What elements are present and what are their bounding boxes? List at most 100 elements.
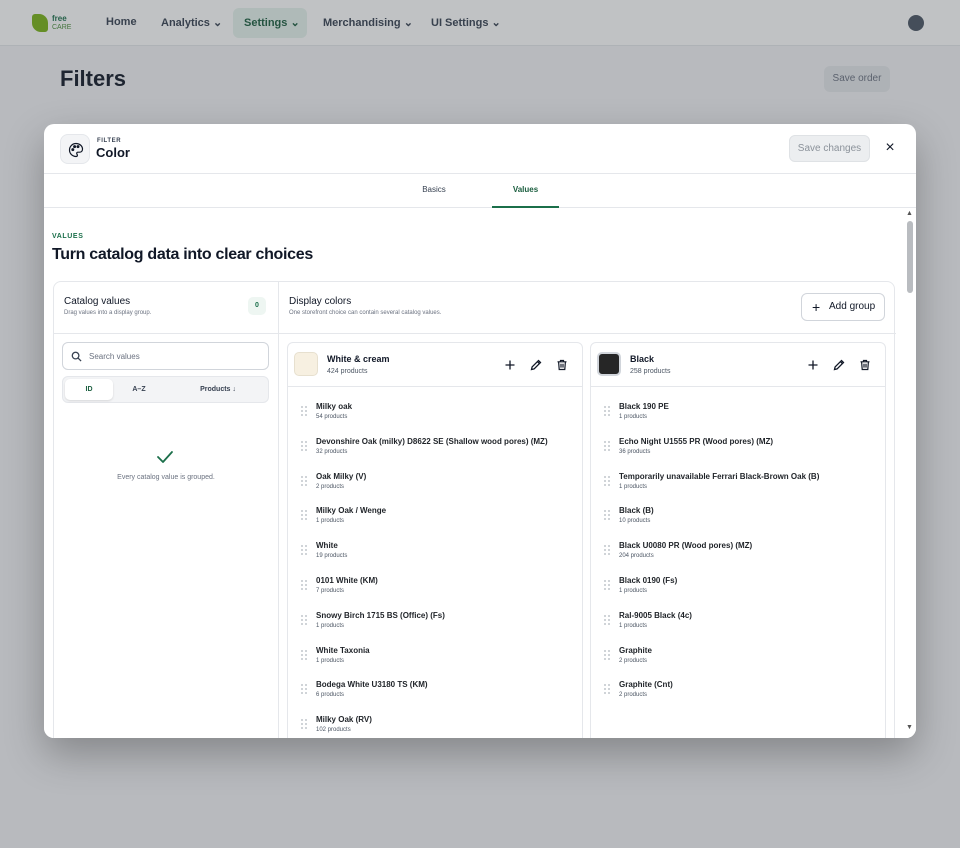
trash-icon[interactable] [555, 358, 569, 372]
values-eyebrow: VALUES [52, 233, 84, 240]
list-item[interactable]: Ral-9005 Black (4c) 1 products [591, 606, 885, 640]
list-item[interactable]: Temporarily unavailable Ferrari Black-Br… [591, 467, 885, 501]
item-name: Snowy Birch 1715 BS (Office) (Fs) [316, 610, 445, 620]
drag-handle-icon[interactable] [604, 545, 610, 556]
drag-handle-icon[interactable] [604, 475, 610, 486]
add-group-label: Add group [829, 301, 876, 312]
group-header: White & cream 424 products [288, 343, 582, 387]
item-name: Graphite (Cnt) [619, 680, 673, 690]
drag-handle-icon[interactable] [604, 614, 610, 625]
list-item[interactable]: Black 190 PE 1 products [591, 397, 885, 431]
drag-handle-icon[interactable] [301, 510, 307, 521]
modal-eyebrow: FILTER [97, 138, 122, 144]
item-count: 1 products [619, 588, 648, 594]
search-icon [71, 351, 82, 362]
list-item[interactable]: Black (B) 10 products [591, 501, 885, 535]
list-item[interactable]: Echo Night U1555 PR (Wood pores) (MZ) 36 … [591, 432, 885, 466]
item-count: 2 products [619, 692, 648, 699]
search-input[interactable] [89, 347, 259, 365]
scroll-up-arrow-icon[interactable]: ▲ [906, 210, 913, 217]
item-count: 102 products [316, 727, 351, 734]
empty-state-message: Every catalog value is grouped. [117, 474, 215, 481]
pencil-icon[interactable] [529, 358, 543, 372]
list-item[interactable]: Milky Oak / Wenge 1 products [288, 501, 582, 535]
list-item[interactable]: Bodega White U3180 TS (KM) 6 products [288, 675, 582, 709]
list-item[interactable]: Snowy Birch 1715 BS (Office) (Fs) 1 produ… [288, 606, 582, 640]
item-count: 32 products [316, 448, 348, 455]
plus-icon[interactable] [503, 358, 517, 372]
color-swatch[interactable] [597, 352, 621, 376]
filter-modal: FILTER Color Save changes × Basics Value… [44, 124, 916, 738]
drag-handle-icon[interactable] [604, 649, 610, 660]
palette-icon [60, 134, 90, 164]
item-count: 1 products [316, 518, 345, 525]
item-count: 6 products [316, 692, 345, 699]
item-name: Black 190 PE [619, 402, 669, 411]
item-name: Echo Night U1555 PR (Wood pores) (MZ) [619, 436, 774, 446]
list-item[interactable]: Graphite (Cnt) 2 products [591, 675, 885, 709]
sort-by-id[interactable]: ID [65, 379, 113, 400]
item-count: 19 products [316, 553, 348, 560]
plus-icon: + [812, 299, 821, 315]
item-count: 1 products [316, 657, 345, 664]
group-count: 424 products [327, 368, 368, 375]
sort-alphabetical[interactable]: A–Z [115, 379, 163, 400]
drag-handle-icon[interactable] [604, 684, 610, 695]
drag-handle-icon[interactable] [604, 510, 610, 521]
drag-handle-icon[interactable] [301, 580, 307, 590]
sort-by-products[interactable]: Products ↓ [173, 379, 263, 400]
list-item[interactable]: 0101 White (KM) 7 products [288, 571, 582, 605]
color-group-white-cream: White & cream 424 products Milky oak 54 p… [287, 342, 583, 738]
scroll-down-arrow-icon[interactable]: ▼ [906, 724, 913, 731]
values-heading: Turn catalog data into clear choices [52, 246, 313, 263]
list-item[interactable]: Black 0190 (Fs) 1 products [591, 571, 885, 605]
search-field[interactable] [62, 342, 269, 370]
group-name: White & cream [327, 354, 390, 364]
list-item[interactable]: White 19 products [288, 536, 582, 570]
scrollbar-thumb[interactable] [907, 221, 913, 293]
item-count: 7 products [316, 588, 345, 594]
list-item[interactable]: Milky oak 54 products [288, 397, 582, 431]
trash-icon[interactable] [858, 358, 872, 372]
item-count: 36 products [619, 448, 651, 455]
list-item[interactable]: Oak Milky (V) 2 products [288, 467, 582, 501]
list-item[interactable]: Graphite 2 products [591, 641, 885, 675]
item-name: Black 0190 (Fs) [619, 576, 678, 585]
tab-values[interactable]: Values [492, 174, 559, 208]
drag-handle-icon[interactable] [301, 406, 307, 416]
drag-handle-icon[interactable] [301, 684, 307, 695]
drag-handle-icon[interactable] [301, 649, 307, 660]
drag-handle-icon[interactable] [301, 475, 307, 486]
list-item[interactable]: Devonshire Oak (milky) D8622 SE (Shallow… [288, 432, 582, 466]
drag-handle-icon[interactable] [604, 440, 610, 451]
add-group-button[interactable]: + Add group [801, 293, 885, 321]
item-name: Black U0080 PR (Wood pores) (MZ) [619, 541, 753, 551]
tab-basics[interactable]: Basics [410, 174, 458, 208]
item-name: 0101 White (KM) [316, 576, 378, 585]
drag-handle-icon[interactable] [301, 440, 307, 451]
item-name: Devonshire Oak (milky) D8622 SE (Shallow… [316, 436, 548, 446]
panel-header-divider [54, 333, 896, 334]
item-count: 1 products [619, 483, 648, 490]
catalog-values-subtitle: Drag values into a display group. [64, 310, 152, 316]
pencil-icon[interactable] [832, 358, 846, 372]
modal-tabs: Basics Values [44, 174, 916, 208]
list-item[interactable]: White Taxonia 1 products [288, 641, 582, 675]
drag-handle-icon[interactable] [604, 580, 610, 590]
drag-handle-icon[interactable] [301, 719, 307, 730]
color-swatch[interactable] [294, 352, 318, 376]
values-scroll-area[interactable]: VALUES Turn catalog data into clear choi… [44, 208, 916, 738]
plus-icon[interactable] [806, 358, 820, 372]
list-item[interactable]: Milky Oak (RV) 102 products [288, 710, 582, 738]
item-name: Bodega White U3180 TS (KM) [316, 680, 428, 690]
modal-header: FILTER Color Save changes × [44, 124, 916, 174]
drag-handle-icon[interactable] [301, 545, 307, 556]
save-changes-button[interactable]: Save changes [789, 135, 870, 162]
group-header: Black 258 products [591, 343, 885, 387]
close-icon[interactable]: × [882, 139, 898, 157]
panel-divider [278, 282, 279, 738]
list-item[interactable]: Black U0080 PR (Wood pores) (MZ) 204 prod… [591, 536, 885, 570]
drag-handle-icon[interactable] [604, 406, 610, 416]
item-count: 1 products [619, 414, 648, 420]
drag-handle-icon[interactable] [301, 614, 307, 625]
